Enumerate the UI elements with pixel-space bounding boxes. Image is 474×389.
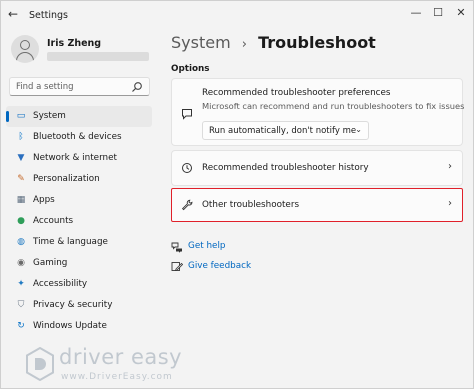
- chevron-down-icon: ⌄: [355, 125, 362, 134]
- sidebar-item-privacy-and-security[interactable]: ⛉ Privacy & security: [6, 295, 152, 316]
- user-email-redacted: [47, 52, 149, 61]
- apps-icon: ▦: [16, 195, 26, 205]
- sidebar-item-personalization[interactable]: ✎ Personalization: [6, 169, 152, 190]
- maximize-button[interactable]: ☐: [427, 4, 449, 22]
- title-bar: ← Settings — ☐ ✕: [1, 1, 473, 31]
- help-icon: [171, 242, 182, 253]
- other-troubleshooters-title: Other troubleshooters: [202, 200, 300, 210]
- sidebar-nav: ▭ System ᛒ Bluetooth & devices ▼ Network & in…: [6, 106, 152, 337]
- sidebar-item-time-and-language[interactable]: ◍ Time & language: [6, 232, 152, 253]
- sidebar-item-system[interactable]: ▭ System: [6, 106, 152, 127]
- history-icon: [182, 163, 192, 173]
- avatar[interactable]: [11, 35, 39, 63]
- search-box[interactable]: [9, 77, 150, 96]
- user-name: Iris Zheng: [47, 38, 102, 49]
- sidebar-item-gaming[interactable]: ◉ Gaming: [6, 253, 152, 274]
- sidebar-item-label: Bluetooth & devices: [33, 132, 122, 142]
- wifi-icon: ▼: [17, 153, 25, 163]
- accessibility-icon: ✦: [17, 279, 25, 289]
- update-icon: ↻: [17, 321, 25, 331]
- sidebar-item-accounts[interactable]: ● Accounts: [6, 211, 152, 232]
- chevron-right-icon: ›: [448, 161, 452, 172]
- close-button[interactable]: ✕: [450, 4, 472, 22]
- get-help-label[interactable]: Get help: [188, 241, 226, 251]
- sidebar-item-bluetooth-and-devices[interactable]: ᛒ Bluetooth & devices: [6, 127, 152, 148]
- breadcrumb-separator: ›: [241, 37, 247, 52]
- sidebar-item-label: Gaming: [33, 258, 68, 268]
- troubleshooter-preferences-card: Recommended troubleshooter preferences M…: [171, 78, 465, 146]
- breadcrumb-parent[interactable]: System: [171, 33, 231, 52]
- sidebar-item-network-and-internet[interactable]: ▼ Network & internet: [6, 148, 152, 169]
- back-arrow-icon[interactable]: ←: [8, 7, 18, 21]
- wrench-icon: [181, 199, 193, 211]
- globe-icon: ◍: [17, 237, 25, 247]
- brush-icon: ✎: [17, 174, 25, 184]
- sidebar-item-apps[interactable]: ▦ Apps: [6, 190, 152, 211]
- sidebar-item-label: Time & language: [33, 237, 108, 247]
- accounts-icon: ●: [17, 216, 25, 226]
- app-title: Settings: [29, 10, 68, 21]
- sidebar-item-label: Apps: [33, 195, 55, 205]
- sidebar-item-label: System: [33, 111, 66, 121]
- sidebar-item-label: Windows Update: [33, 321, 107, 331]
- chat-bubble-icon: [182, 109, 192, 120]
- settings-window: ← Settings — ☐ ✕ Iris Zheng ▭ System ᛒ Blue…: [0, 0, 474, 389]
- give-feedback-label[interactable]: Give feedback: [188, 261, 251, 271]
- section-title-options: Options: [171, 64, 210, 74]
- sidebar-item-label: Personalization: [33, 174, 100, 184]
- watermark-brand-text: driver easy: [59, 345, 183, 369]
- troubleshooter-history-card[interactable]: Recommended troubleshooter history ›: [171, 150, 463, 186]
- driver-easy-watermark: driver easy www.DriverEasy.com: [25, 345, 205, 387]
- driver-easy-logo-icon: [26, 347, 54, 381]
- feedback-icon: [171, 262, 183, 271]
- minimize-button[interactable]: —: [405, 4, 427, 22]
- breadcrumb: System › Troubleshoot: [171, 33, 376, 52]
- chevron-right-icon: ›: [448, 198, 452, 209]
- sidebar-item-label: Accessibility: [33, 279, 88, 289]
- sidebar-item-label: Accounts: [33, 216, 74, 226]
- preferences-title: Recommended troubleshooter preferences: [202, 88, 391, 98]
- watermark-url-text: www.DriverEasy.com: [61, 372, 173, 382]
- other-troubleshooters-card[interactable]: Other troubleshooters ›: [171, 188, 463, 222]
- select-value: Run automatically, don't notify me: [209, 126, 357, 136]
- search-icon[interactable]: [131, 81, 143, 93]
- gaming-icon: ◉: [17, 258, 25, 268]
- active-indicator: [6, 111, 9, 122]
- sidebar-item-label: Network & internet: [33, 153, 117, 163]
- bluetooth-icon: ᛒ: [18, 132, 24, 142]
- avatar-head-shape: [20, 40, 30, 50]
- shield-icon: ⛉: [17, 300, 25, 310]
- preferences-description: Microsoft can recommend and run troubles…: [202, 101, 465, 111]
- sidebar-item-windows-update[interactable]: ↻ Windows Update: [6, 316, 152, 337]
- troubleshooter-preference-select[interactable]: Run automatically, don't notify me ⌄: [202, 121, 369, 140]
- search-input[interactable]: [16, 81, 126, 93]
- sidebar-item-label: Privacy & security: [33, 300, 113, 310]
- avatar-body-shape: [16, 52, 34, 63]
- sidebar-item-accessibility[interactable]: ✦ Accessibility: [6, 274, 152, 295]
- page-title: Troubleshoot: [258, 33, 376, 52]
- monitor-icon: ▭: [16, 111, 26, 121]
- history-title: Recommended troubleshooter history: [202, 163, 369, 173]
